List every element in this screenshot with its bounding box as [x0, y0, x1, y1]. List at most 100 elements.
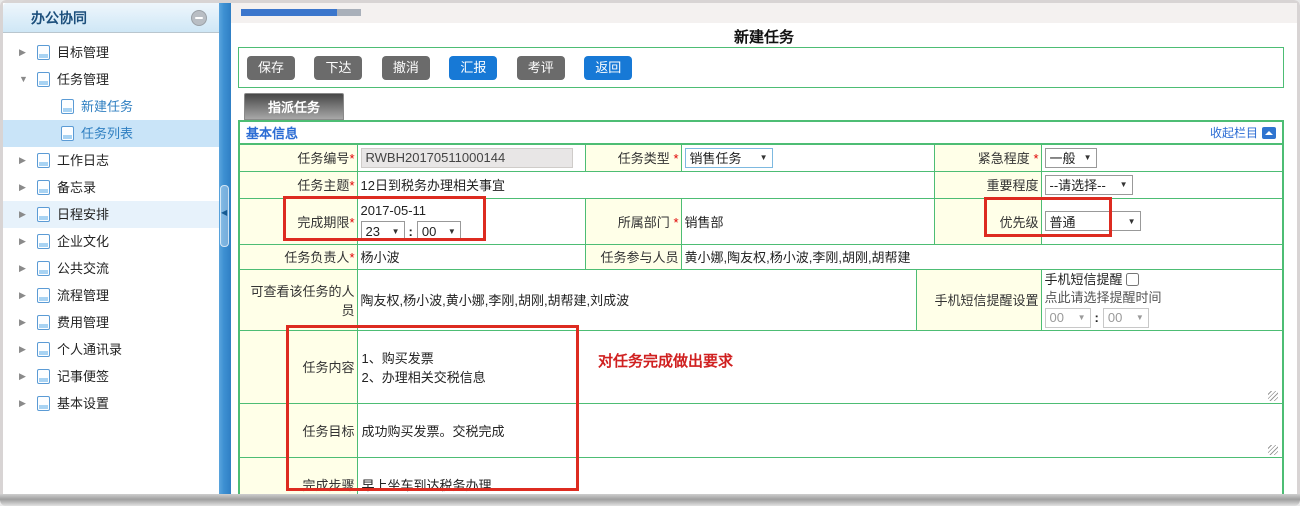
issue-button[interactable]: 下达 — [314, 56, 363, 80]
sidebar-item-schedule[interactable]: 日程安排 — [3, 201, 219, 228]
progress-bar-track — [337, 9, 361, 16]
sidebar-item-public-exchange[interactable]: 公共交流 — [3, 255, 219, 282]
sidebar-item-label: 记事便签 — [57, 369, 110, 384]
document-icon — [37, 45, 50, 60]
collapse-section-link[interactable]: 收起栏目 — [1210, 124, 1276, 141]
subject-label-cell: 任务主题* — [238, 170, 358, 199]
viewers-label-cell: 可查看该任务的人员 — [238, 268, 358, 331]
page-title: 新建任务 — [733, 29, 794, 46]
chevron-right-icon — [19, 363, 26, 390]
splitter-collapse-handle[interactable] — [220, 185, 229, 247]
sidebar-item-label: 企业文化 — [57, 234, 110, 249]
resize-grip-icon[interactable] — [1268, 444, 1278, 455]
sidebar-item-settings[interactable]: 基本设置 — [3, 390, 219, 417]
chevron-right-icon — [19, 336, 26, 363]
task-type-label-cell: 任务类型 * — [584, 143, 682, 172]
revoke-button[interactable]: 撤消 — [381, 56, 430, 80]
time-separator: : — [408, 223, 413, 239]
field-label: 手机短信提醒设置 — [934, 293, 1039, 308]
basic-info-table: 基本信息 收起栏目 任务编号* RWBH20170511000144 任务类型 … — [238, 120, 1284, 506]
field-label: 任务类型 — [617, 151, 670, 167]
save-button[interactable]: 保存 — [247, 56, 295, 80]
priority-select[interactable]: 普通 — [1044, 211, 1141, 231]
sidebar-item-label: 公共交流 — [57, 261, 110, 276]
task-no-label-cell: 任务编号* — [238, 143, 358, 172]
sms-hint[interactable]: 点此请选择提醒时间 — [1045, 289, 1280, 307]
sidebar-item-objectives[interactable]: 目标管理 — [3, 39, 219, 66]
owner-value: 杨小波 — [360, 250, 400, 265]
sidebar-item-label: 备忘录 — [57, 180, 97, 195]
department-value: 销售部 — [684, 214, 724, 230]
sidebar-item-work-log[interactable]: 工作日志 — [3, 147, 219, 174]
sidebar-item-label: 任务列表 — [81, 126, 134, 141]
participants-value-cell: 黄小娜,陶友权,杨小波,李刚,胡刚,胡帮建 — [680, 243, 1284, 270]
owner-value-cell: 杨小波 — [356, 243, 586, 270]
deadline-minute-select[interactable]: 00 — [416, 221, 461, 241]
document-icon — [37, 180, 50, 195]
required-marker: * — [1033, 151, 1039, 167]
evaluate-button[interactable]: 考评 — [516, 56, 565, 80]
importance-select[interactable]: --请选择-- — [1044, 174, 1133, 195]
sidebar-item-task-mgmt[interactable]: 任务管理 — [3, 66, 219, 93]
progress-bar — [241, 9, 337, 16]
deadline-date-field[interactable]: 2017-05-11 — [361, 201, 582, 220]
sms-reminder-checkbox[interactable] — [1126, 273, 1140, 286]
field-label: 所属部门 — [617, 214, 670, 230]
priority-label-cell: 优先级 — [933, 197, 1042, 245]
field-label: 优先级 — [999, 214, 1039, 230]
sidebar-item-task-list[interactable]: 任务列表 — [3, 120, 219, 147]
back-button[interactable]: 返回 — [584, 56, 633, 80]
goal-textarea[interactable]: 成功购买发票。交税完成 — [356, 402, 1284, 458]
document-icon — [61, 99, 74, 114]
field-label: 完成期限 — [297, 214, 350, 230]
importance-label-cell: 重要程度 — [933, 170, 1042, 199]
task-type-select[interactable]: 销售任务 — [684, 147, 773, 168]
sms-hour-select[interactable]: 00 — [1044, 308, 1091, 328]
tab-assign-task[interactable]: 指派任务 — [244, 93, 344, 120]
resize-grip-icon[interactable] — [1268, 390, 1278, 401]
sidebar-item-contacts[interactable]: 个人通讯录 — [3, 336, 219, 363]
field-label: 任务参与人员 — [600, 250, 679, 265]
document-icon — [37, 234, 50, 249]
sidebar-item-notes[interactable]: 记事便签 — [3, 363, 219, 390]
task-no-input[interactable]: RWBH20170511000144 — [360, 147, 573, 168]
urgency-select[interactable]: 一般 — [1044, 147, 1097, 168]
participants-label-cell: 任务参与人员 — [584, 243, 682, 270]
collapse-section-label: 收起栏目 — [1209, 126, 1258, 140]
chevron-right-icon — [19, 309, 26, 336]
document-icon — [61, 126, 74, 141]
sidebar-item-expense[interactable]: 费用管理 — [3, 309, 219, 336]
field-label: 任务目标 — [302, 423, 355, 439]
sidebar-header: 办公协同 — [3, 3, 219, 33]
sidebar-item-memo[interactable]: 备忘录 — [3, 174, 219, 201]
app-window: 办公协同 目标管理 任务管理 新建任务 任务列表 — [0, 0, 1300, 506]
required-marker: * — [349, 178, 355, 193]
chevron-right-icon — [19, 174, 26, 201]
collapse-sidebar-icon[interactable] — [191, 9, 207, 26]
sidebar-title: 办公协同 — [31, 9, 87, 26]
sms-checkbox-label: 手机短信提醒 — [1044, 272, 1123, 287]
field-label: 重要程度 — [986, 178, 1039, 193]
report-button[interactable]: 汇报 — [449, 56, 498, 80]
sidebar-tree: 目标管理 任务管理 新建任务 任务列表 工作日志 — [3, 39, 219, 417]
section-title: 基本信息 — [246, 126, 299, 141]
deadline-hour-select[interactable]: 23 — [360, 221, 405, 241]
sidebar-item-label: 工作日志 — [57, 153, 110, 168]
sidebar-item-workflow[interactable]: 流程管理 — [3, 282, 219, 309]
field-label: 任务内容 — [302, 360, 355, 375]
sidebar-item-culture[interactable]: 企业文化 — [3, 228, 219, 255]
field-label: 任务主题 — [297, 178, 350, 193]
content-textarea[interactable]: 1、购买发票 2、办理相关交税信息 — [356, 329, 1284, 404]
sidebar-item-new-task[interactable]: 新建任务 — [3, 93, 219, 120]
sidebar-item-label: 目标管理 — [57, 45, 110, 60]
sms-minute-select[interactable]: 00 — [1102, 308, 1149, 328]
viewers-value-cell: 陶友权,杨小波,黄小娜,李刚,胡刚,胡帮建,刘成波 — [356, 268, 917, 331]
sms-settings-cell: 手机短信提醒 点此请选择提醒时间 00:00 — [1040, 268, 1284, 331]
section-header: 基本信息 收起栏目 — [238, 120, 1284, 145]
collapse-up-icon — [1262, 126, 1276, 139]
subject-value-cell: 12日到税务办理相关事宜 — [356, 170, 935, 199]
document-icon — [37, 342, 50, 357]
required-marker: * — [673, 151, 679, 167]
document-icon — [37, 369, 50, 384]
sidebar-item-label: 新建任务 — [81, 99, 134, 114]
